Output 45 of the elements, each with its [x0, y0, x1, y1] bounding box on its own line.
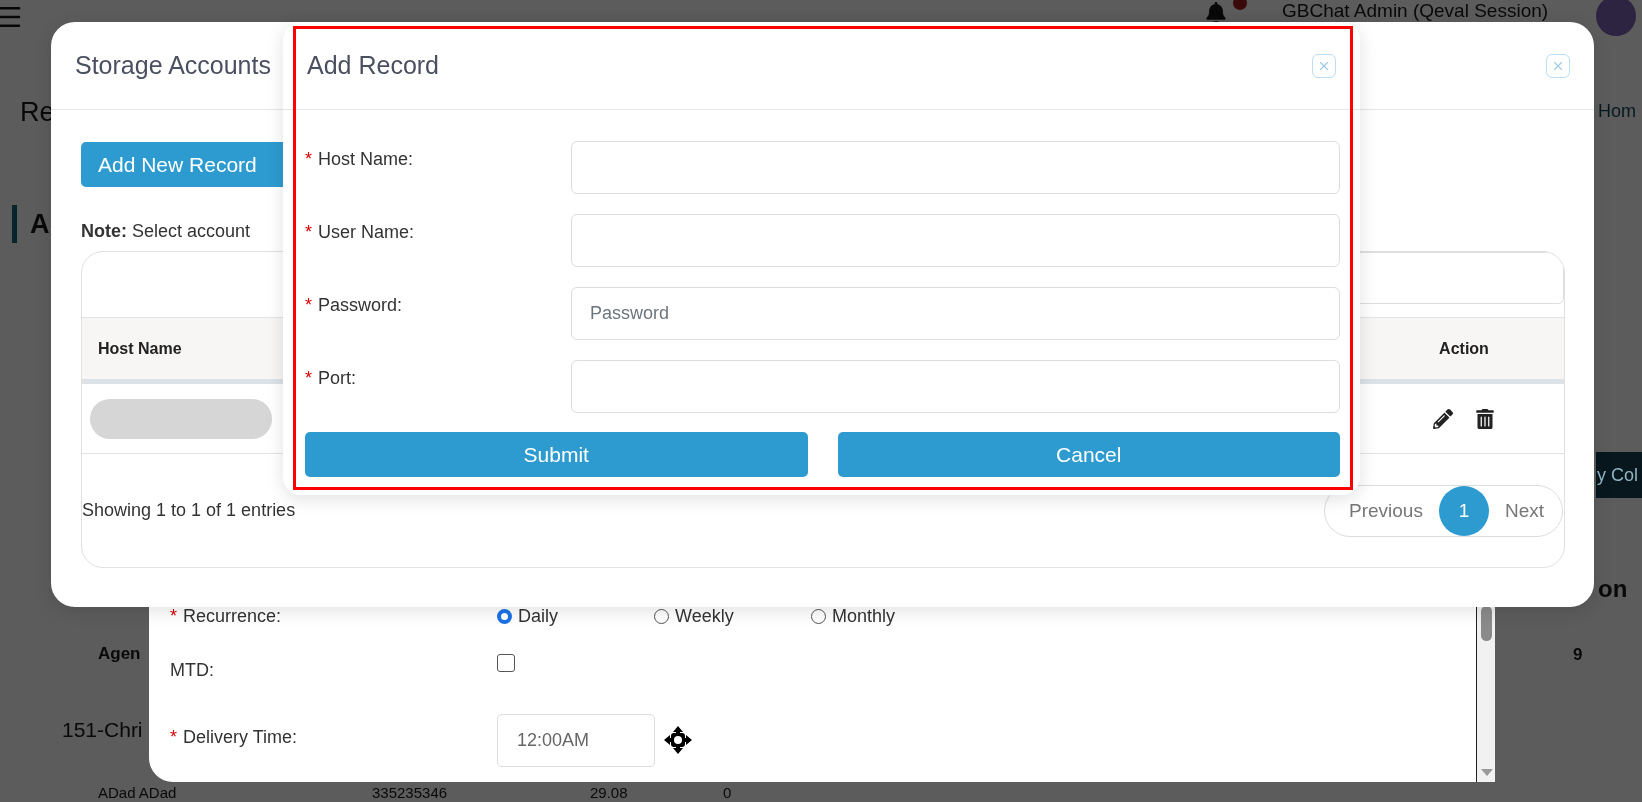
- radio-option[interactable]: Monthly: [811, 606, 968, 627]
- move-icon[interactable]: [663, 725, 693, 756]
- table-header: Agen: [98, 645, 141, 662]
- breadcrumb-link[interactable]: Hom: [1598, 102, 1636, 120]
- submit-button[interactable]: Submit: [305, 432, 808, 477]
- field-label: MTD:: [170, 659, 215, 681]
- table-header: on: [1598, 577, 1628, 601]
- input-field[interactable]: [571, 214, 1340, 267]
- user-name[interactable]: GBChat Admin (Qeval Session): [1282, 1, 1549, 20]
- cancel-button[interactable]: Cancel: [837, 432, 1340, 477]
- close-button[interactable]: [1312, 53, 1336, 78]
- dialog-title: Add Record: [307, 51, 440, 80]
- field-label: * Password:: [305, 294, 404, 317]
- next-link[interactable]: Next: [1498, 499, 1550, 522]
- radio-option[interactable]: Weekly: [654, 606, 811, 627]
- table-cell: 29.08: [590, 785, 628, 800]
- columns-button[interactable]: y Col: [1596, 452, 1642, 498]
- table-header: 9: [1573, 646, 1583, 663]
- previous-link[interactable]: Previous: [1343, 499, 1429, 522]
- table-cell: ADad ADad: [98, 785, 177, 800]
- close-button[interactable]: [1546, 53, 1570, 78]
- field-label: * Recurrence:: [170, 606, 283, 627]
- input-field[interactable]: [571, 360, 1340, 413]
- trash-icon[interactable]: [1475, 408, 1495, 429]
- table-cell: 0: [723, 785, 732, 800]
- column-header[interactable]: Host Name: [82, 339, 182, 358]
- pencil-icon[interactable]: [1433, 408, 1453, 429]
- page-number[interactable]: 1: [1438, 485, 1489, 536]
- field-label: * Delivery Time:: [170, 727, 299, 749]
- input-field[interactable]: Password: [571, 287, 1340, 340]
- field-label: * Port:: [305, 367, 358, 390]
- table-cell: 151-Chri: [62, 719, 143, 740]
- notification-badge: [1233, 0, 1247, 10]
- dialog-title: Storage Accounts: [75, 51, 271, 80]
- field-label: * User Name:: [305, 221, 416, 244]
- checkbox[interactable]: [497, 653, 515, 672]
- note-text: Note: Select account: [81, 221, 251, 242]
- entries-info: Showing 1 to 1 of 1 entries: [82, 500, 296, 521]
- input-field[interactable]: [571, 141, 1340, 194]
- column-header[interactable]: Action: [1364, 339, 1564, 358]
- time-field[interactable]: 12:00AM: [497, 714, 655, 768]
- table-cell: 335235346: [372, 785, 448, 800]
- section-title: A: [30, 211, 50, 238]
- avatar[interactable]: [1596, 0, 1636, 36]
- section-accent-bar: [12, 205, 17, 243]
